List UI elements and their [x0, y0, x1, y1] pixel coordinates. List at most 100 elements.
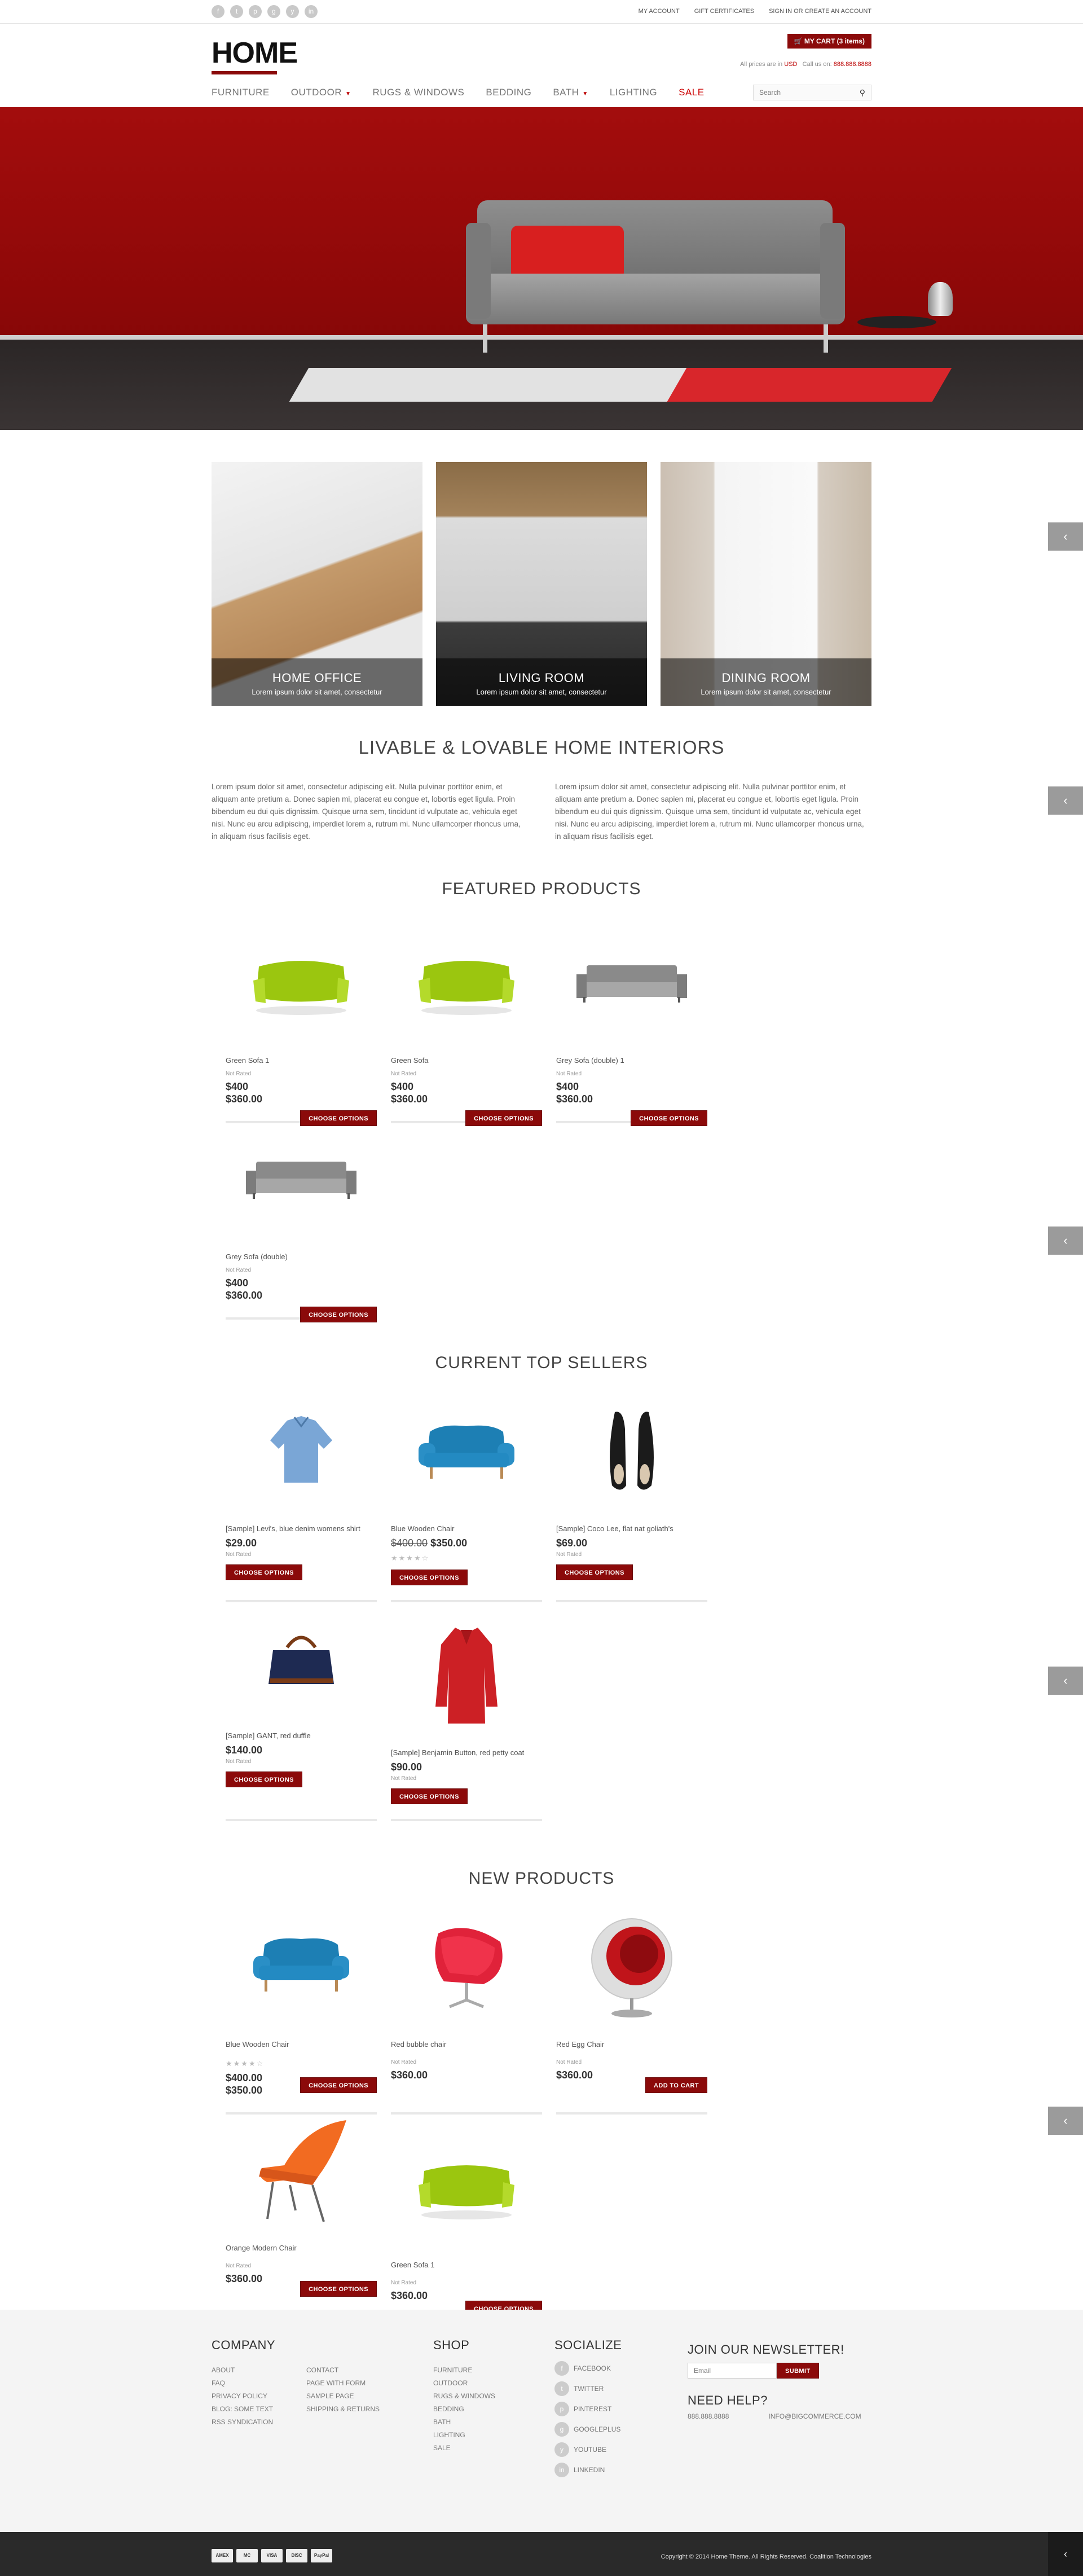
nav-outdoor[interactable]: OUTDOOR ▼: [291, 87, 351, 98]
chevron-left-icon[interactable]: ‹: [1048, 1227, 1083, 1255]
product-card[interactable]: [Sample] GANT, red duffle $140.00 Not Ra…: [226, 1602, 377, 1821]
product-image[interactable]: [391, 1911, 542, 2024]
footer-link[interactable]: LIGHTING: [433, 2429, 554, 2442]
product-card[interactable]: Blue Wooden Chair $400.00 $350.00 ★★★★☆ …: [391, 1395, 542, 1602]
nav-bath[interactable]: BATH ▼: [553, 87, 588, 98]
choose-options-button[interactable]: CHOOSE OPTIONS: [300, 2077, 377, 2093]
footer-link[interactable]: CONTACT: [306, 2364, 380, 2377]
product-card[interactable]: Grey Sofa (double) Not Rated $400 $360.00…: [226, 1123, 377, 1322]
chevron-left-icon[interactable]: ‹: [1048, 786, 1083, 815]
choose-options-button[interactable]: CHOOSE OPTIONS: [465, 1110, 542, 1126]
product-card[interactable]: Orange Modern Chair Not Rated $360.00 CH…: [226, 2115, 377, 2332]
search-input[interactable]: [754, 85, 849, 100]
product-name[interactable]: [Sample] Benjamin Button, red petty coat: [391, 1748, 542, 1757]
product-image[interactable]: [226, 1123, 377, 1236]
choose-options-button[interactable]: CHOOSE OPTIONS: [226, 1771, 302, 1787]
product-image[interactable]: [226, 1395, 377, 1508]
cart-button[interactable]: 🛒 MY CART (3 items): [787, 34, 871, 49]
nav-rugs-windows[interactable]: RUGS & WINDOWS: [373, 87, 465, 98]
product-name[interactable]: Grey Sofa (double) 1: [556, 1056, 707, 1065]
chevron-left-icon[interactable]: ‹: [1048, 522, 1083, 551]
logo[interactable]: HOME: [212, 38, 298, 68]
footer-social-linkedin[interactable]: in LINKEDIN: [554, 2460, 688, 2480]
product-card[interactable]: Green Sofa Not Rated $400 $360.00 CHOOSE …: [391, 927, 542, 1126]
product-name[interactable]: Red Egg Chair: [556, 2039, 707, 2049]
product-image[interactable]: [391, 1395, 542, 1508]
product-image[interactable]: [556, 1911, 707, 2024]
googleplus-icon[interactable]: g: [267, 5, 280, 18]
chevron-left-icon[interactable]: ‹: [1048, 1667, 1083, 1695]
footer-link[interactable]: BATH: [433, 2416, 554, 2429]
footer-link[interactable]: FAQ: [212, 2377, 306, 2390]
footer-link[interactable]: ABOUT: [212, 2364, 306, 2377]
nav-furniture[interactable]: FURNITURE: [212, 87, 270, 98]
footer-link[interactable]: SHIPPING & RETURNS: [306, 2403, 380, 2416]
category-home-office[interactable]: HOME OFFICE Lorem ipsum dolor sit amet, …: [212, 462, 422, 706]
product-name[interactable]: [Sample] Coco Lee, flat nat goliath's: [556, 1524, 707, 1533]
product-image[interactable]: [391, 2131, 542, 2244]
footer-link[interactable]: BLOG: SOME TEXT: [212, 2403, 306, 2416]
product-image[interactable]: [226, 2115, 377, 2227]
newsletter-submit-button[interactable]: SUBMIT: [777, 2363, 819, 2379]
footer-social-pinterest[interactable]: p PINTEREST: [554, 2399, 688, 2419]
footer-link[interactable]: BEDDING: [433, 2403, 554, 2416]
footer-link[interactable]: PAGE WITH FORM: [306, 2377, 380, 2390]
product-card[interactable]: Blue Wooden Chair ★★★★☆ $400.00 $350.00 C…: [226, 1911, 377, 2115]
sign-in-link[interactable]: SIGN IN OR CREATE AN ACCOUNT: [769, 8, 871, 15]
nav-sale[interactable]: SALE: [679, 87, 704, 98]
chevron-left-icon[interactable]: ‹: [1048, 2532, 1083, 2576]
product-card[interactable]: [Sample] Levi's, blue denim womens shirt…: [226, 1395, 377, 1602]
pinterest-icon[interactable]: p: [249, 5, 262, 18]
linkedin-icon[interactable]: in: [305, 5, 318, 18]
footer-link[interactable]: SAMPLE PAGE: [306, 2390, 380, 2403]
category-dining-room[interactable]: DINING ROOM Lorem ipsum dolor sit amet, …: [661, 462, 871, 706]
footer-social-googleplus[interactable]: g GOOGLEPLUS: [554, 2419, 688, 2439]
product-name[interactable]: Red bubble chair: [391, 2039, 542, 2049]
product-image[interactable]: [556, 1395, 707, 1508]
product-image[interactable]: [391, 1619, 542, 1732]
product-card[interactable]: Red Egg Chair Not Rated $360.00 ADD TO C…: [556, 1911, 707, 2115]
product-card[interactable]: [Sample] Benjamin Button, red petty coat…: [391, 1619, 542, 1821]
choose-options-button[interactable]: CHOOSE OPTIONS: [300, 2281, 377, 2297]
footer-link[interactable]: RSS SYNDICATION: [212, 2416, 306, 2429]
product-image[interactable]: [556, 927, 707, 1040]
footer-link[interactable]: FURNITURE: [433, 2364, 554, 2377]
footer-link[interactable]: OUTDOOR: [433, 2377, 554, 2390]
choose-options-button[interactable]: CHOOSE OPTIONS: [391, 1788, 468, 1804]
add-to-cart-button[interactable]: ADD TO CART: [645, 2077, 707, 2093]
nav-lighting[interactable]: LIGHTING: [610, 87, 657, 98]
product-name[interactable]: [Sample] Levi's, blue denim womens shirt: [226, 1524, 377, 1533]
footer-link[interactable]: RUGS & WINDOWS: [433, 2390, 554, 2403]
search-icon[interactable]: ⚲: [860, 88, 865, 98]
product-name[interactable]: Green Sofa: [391, 1056, 542, 1065]
product-name[interactable]: Orange Modern Chair: [226, 2243, 377, 2253]
product-card[interactable]: Green Sofa 1 Not Rated $360.00 CHOOSE OP…: [391, 2131, 542, 2332]
footer-social-youtube[interactable]: y YOUTUBE: [554, 2439, 688, 2460]
my-account-link[interactable]: MY ACCOUNT: [639, 8, 680, 15]
newsletter-email-input[interactable]: [688, 2363, 777, 2379]
youtube-icon[interactable]: y: [286, 5, 299, 18]
category-living-room[interactable]: LIVING ROOM Lorem ipsum dolor sit amet, …: [436, 462, 647, 706]
product-card[interactable]: Green Sofa 1 Not Rated $400 $360.00 CHOOS…: [226, 927, 377, 1126]
footer-social-facebook[interactable]: f FACEBOOK: [554, 2358, 688, 2379]
product-card[interactable]: Grey Sofa (double) 1 Not Rated $400 $360.…: [556, 927, 707, 1126]
choose-options-button[interactable]: CHOOSE OPTIONS: [226, 1564, 302, 1580]
product-name[interactable]: Green Sofa 1: [226, 1056, 377, 1065]
product-name[interactable]: Blue Wooden Chair: [391, 1524, 542, 1533]
chevron-left-icon[interactable]: ‹: [1048, 2107, 1083, 2135]
choose-options-button[interactable]: CHOOSE OPTIONS: [300, 1307, 377, 1322]
footer-social-twitter[interactable]: t TWITTER: [554, 2379, 688, 2399]
product-name[interactable]: Green Sofa 1: [391, 2260, 542, 2270]
nav-bedding[interactable]: BEDDING: [486, 87, 531, 98]
footer-link[interactable]: SALE: [433, 2442, 554, 2455]
help-email[interactable]: INFO@BIGCOMMERCE.COM: [768, 2412, 861, 2420]
product-image[interactable]: [226, 927, 377, 1040]
product-name[interactable]: Grey Sofa (double): [226, 1252, 377, 1261]
choose-options-button[interactable]: CHOOSE OPTIONS: [391, 1570, 468, 1585]
currency[interactable]: USD: [784, 61, 797, 68]
product-name[interactable]: Blue Wooden Chair: [226, 2039, 377, 2049]
product-image[interactable]: [226, 1911, 377, 2024]
product-name[interactable]: [Sample] GANT, red duffle: [226, 1731, 377, 1740]
facebook-icon[interactable]: f: [212, 5, 224, 18]
footer-link[interactable]: PRIVACY POLICY: [212, 2390, 306, 2403]
